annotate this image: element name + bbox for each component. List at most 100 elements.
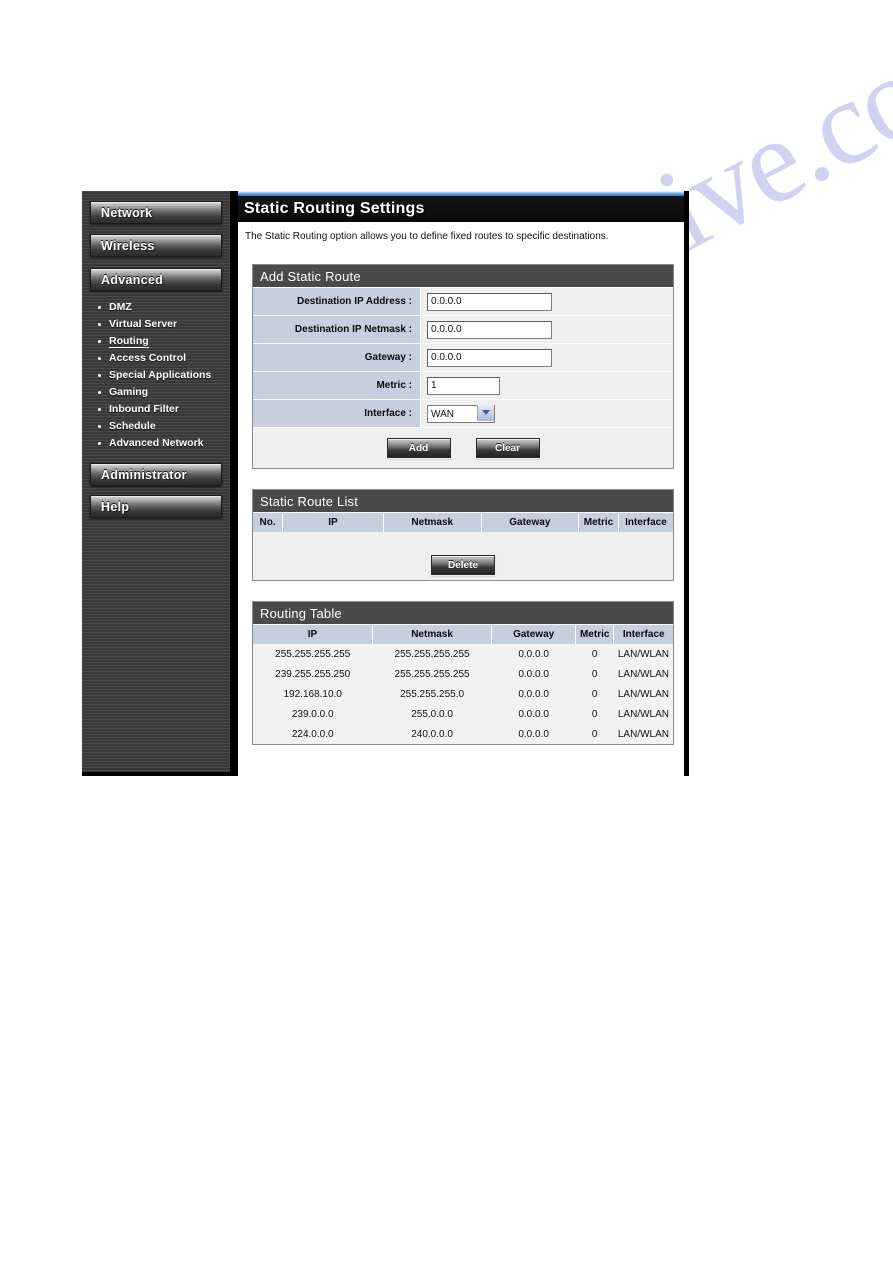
routing-table: IP Netmask Gateway Metric Interface 255.… bbox=[253, 624, 673, 744]
col-interface: Interface bbox=[613, 624, 673, 644]
table-cell: 255.255.255.255 bbox=[372, 664, 492, 684]
delete-button[interactable]: Delete bbox=[430, 554, 496, 576]
routing-table-header-row: IP Netmask Gateway Metric Interface bbox=[253, 624, 673, 644]
submenu-item-routing[interactable]: Routing bbox=[98, 333, 230, 350]
sidebar-item-help[interactable]: Help bbox=[90, 495, 222, 518]
submenu-item-dmz-label: DMZ bbox=[109, 301, 132, 313]
submenu-item-special-applications-label: Special Applications bbox=[109, 369, 212, 381]
gateway-cell bbox=[421, 344, 673, 371]
router-admin-page: Network Wireless Advanced DMZ Virtual Se… bbox=[82, 191, 689, 776]
col-gateway: Gateway bbox=[491, 624, 577, 644]
table-row: 192.168.10.0 255.255.255.0 0.0.0.0 0 LAN/WLA… bbox=[253, 684, 673, 704]
submenu-item-advanced-network-label: Advanced Network bbox=[109, 437, 204, 449]
table-cell: 255.255.255.255 bbox=[253, 644, 373, 664]
col-metric: Metric bbox=[578, 512, 619, 532]
destination-ip-input[interactable] bbox=[427, 292, 552, 311]
page-title-bar: Static Routing Settings bbox=[238, 196, 684, 222]
routing-table-panel: Routing Table IP Netmask Gateway Metric … bbox=[252, 601, 674, 745]
table-cell: 0 bbox=[575, 644, 614, 664]
sidebar-item-wireless[interactable]: Wireless bbox=[90, 234, 222, 257]
table-cell: 224.0.0.0 bbox=[253, 724, 373, 744]
sidebar-item-help-label: Help bbox=[101, 499, 130, 514]
sidebar-item-advanced[interactable]: Advanced bbox=[90, 268, 222, 291]
metric-label: Metric : bbox=[253, 372, 421, 399]
sidebar: Network Wireless Advanced DMZ Virtual Se… bbox=[82, 191, 234, 776]
table-cell: LAN/WLAN bbox=[613, 724, 673, 744]
static-route-list-header-row: No. IP Netmask Gateway Metric Interface bbox=[253, 512, 673, 532]
submenu-item-virtual-server-label: Virtual Server bbox=[109, 318, 178, 330]
interface-cell: WANLAN bbox=[421, 400, 673, 427]
col-gateway: Gateway bbox=[481, 512, 580, 532]
sidebar-bottom-bar bbox=[82, 772, 230, 776]
interface-select-wrapper: WANLAN bbox=[427, 404, 495, 424]
submenu-item-access-control[interactable]: Access Control bbox=[98, 350, 230, 367]
form-row-destination-ip: Destination IP Address : bbox=[253, 287, 673, 315]
destination-netmask-cell bbox=[421, 316, 673, 343]
form-row-metric: Metric : bbox=[253, 371, 673, 399]
table-cell: LAN/WLAN bbox=[613, 664, 673, 684]
col-netmask: Netmask bbox=[383, 512, 482, 532]
table-cell: 255.255.255.0 bbox=[372, 684, 492, 704]
table-cell: 0 bbox=[575, 684, 614, 704]
table-cell: LAN/WLAN bbox=[613, 704, 673, 724]
interface-label: Interface : bbox=[253, 400, 421, 427]
table-row: 239.0.0.0 255.0.0.0 0.0.0.0 0 LAN/WLAN bbox=[253, 704, 673, 724]
add-static-route-button-row: Add Clear bbox=[253, 427, 673, 468]
page-title: Static Routing Settings bbox=[244, 200, 425, 217]
col-no: No. bbox=[253, 512, 284, 532]
table-cell: 239.0.0.0 bbox=[253, 704, 373, 724]
col-interface: Interface bbox=[618, 512, 673, 532]
table-cell: 0.0.0.0 bbox=[491, 644, 576, 664]
form-row-destination-netmask: Destination IP Netmask : bbox=[253, 315, 673, 343]
routing-table-header: Routing Table bbox=[253, 602, 673, 624]
static-route-list-table: No. IP Netmask Gateway Metric Interface bbox=[253, 512, 673, 532]
table-cell: 0.0.0.0 bbox=[491, 724, 576, 744]
table-row: 255.255.255.255 255.255.255.255 0.0.0.0 0 LA… bbox=[253, 644, 673, 664]
table-cell: 192.168.10.0 bbox=[253, 684, 373, 704]
submenu-item-special-applications[interactable]: Special Applications bbox=[98, 367, 230, 384]
submenu-item-virtual-server[interactable]: Virtual Server bbox=[98, 316, 230, 333]
table-cell: 239.255.255.250 bbox=[253, 664, 373, 684]
static-route-list-panel: Static Route List No. IP Netmask Gateway… bbox=[252, 489, 674, 581]
submenu-item-access-control-label: Access Control bbox=[109, 352, 187, 364]
submenu-item-inbound-filter[interactable]: Inbound Filter bbox=[98, 401, 230, 418]
table-cell: 240.0.0.0 bbox=[372, 724, 492, 744]
routing-table-body: 255.255.255.255 255.255.255.255 0.0.0.0 0 LA… bbox=[253, 644, 673, 744]
static-route-list-button-row: Delete bbox=[253, 550, 673, 580]
page-description: The Static Routing option allows you to … bbox=[245, 231, 609, 242]
submenu-item-routing-label: Routing bbox=[109, 335, 149, 348]
form-row-interface: Interface : WANLAN bbox=[253, 399, 673, 427]
sidebar-item-network[interactable]: Network bbox=[90, 201, 222, 224]
add-button[interactable]: Add bbox=[385, 437, 452, 459]
col-metric: Metric bbox=[575, 624, 615, 644]
metric-cell bbox=[421, 372, 673, 399]
clear-button[interactable]: Clear bbox=[474, 437, 541, 459]
submenu-item-advanced-network[interactable]: Advanced Network bbox=[98, 435, 230, 452]
table-cell: 0.0.0.0 bbox=[491, 704, 576, 724]
destination-netmask-label: Destination IP Netmask : bbox=[253, 316, 421, 343]
table-row: 239.255.255.250 255.255.255.255 0.0.0.0 0 LA… bbox=[253, 664, 673, 684]
main-content: Static Routing Settings The Static Routi… bbox=[234, 191, 689, 776]
table-row: 224.0.0.0 240.0.0.0 0.0.0.0 0 LAN/WLAN bbox=[253, 724, 673, 744]
submenu-item-dmz[interactable]: DMZ bbox=[98, 299, 230, 316]
metric-input[interactable] bbox=[427, 376, 500, 395]
submenu-item-gaming-label: Gaming bbox=[109, 386, 149, 398]
table-cell: LAN/WLAN bbox=[613, 684, 673, 704]
sidebar-item-advanced-label: Advanced bbox=[101, 272, 164, 287]
table-cell: 0.0.0.0 bbox=[491, 684, 576, 704]
sidebar-item-administrator[interactable]: Administrator bbox=[90, 463, 222, 486]
col-netmask: Netmask bbox=[372, 624, 493, 644]
table-cell: 0 bbox=[575, 664, 614, 684]
static-route-list-header: Static Route List bbox=[253, 490, 673, 512]
interface-select[interactable]: WANLAN bbox=[427, 405, 495, 424]
form-row-gateway: Gateway : bbox=[253, 343, 673, 371]
destination-netmask-input[interactable] bbox=[427, 320, 552, 339]
col-ip: IP bbox=[282, 512, 384, 532]
submenu-item-schedule[interactable]: Schedule bbox=[98, 418, 230, 435]
gateway-input[interactable] bbox=[427, 348, 552, 367]
static-route-list-empty-area bbox=[253, 532, 673, 550]
table-cell: 0 bbox=[575, 704, 614, 724]
sidebar-submenu-advanced: DMZ Virtual Server Routing Access Contro… bbox=[82, 299, 230, 452]
submenu-item-gaming[interactable]: Gaming bbox=[98, 384, 230, 401]
add-static-route-header: Add Static Route bbox=[253, 265, 673, 287]
